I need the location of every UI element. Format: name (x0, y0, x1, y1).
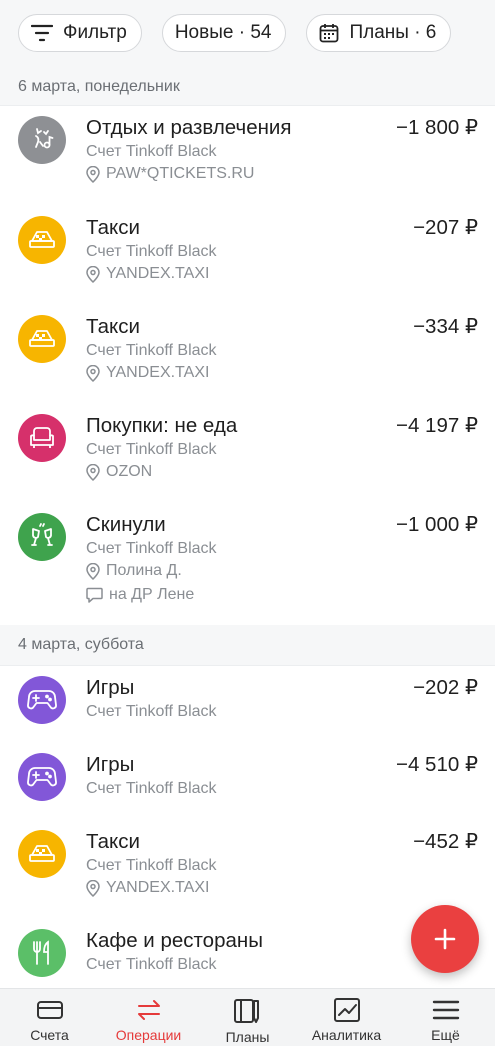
tab-accounts[interactable]: Счета (0, 989, 99, 1046)
location-pin-icon (86, 879, 100, 897)
tab-analytics-label: Аналитика (311, 1027, 382, 1043)
filter-chip[interactable]: Фильтр (18, 14, 142, 52)
menu-icon (432, 1000, 459, 1020)
date-header: 4 марта, суббота (0, 625, 495, 666)
glasses-cheers-icon (18, 513, 66, 561)
plans-chip[interactable]: Планы · 6 (306, 14, 452, 52)
date-header: 6 марта, понедельник (0, 68, 495, 106)
operation-account: Счет Tinkoff Black (86, 243, 217, 260)
chart-icon (333, 998, 360, 1022)
tab-plans-label: Планы (225, 1029, 270, 1045)
operation-row[interactable]: Игры Счет Tinkoff Black −4 510 ₽ (0, 743, 495, 820)
location-pin-icon (86, 364, 100, 382)
date-header-label: 6 марта, понедельник (18, 77, 180, 95)
operation-amount: −334 ₽ (413, 315, 478, 338)
armchair-icon (18, 414, 66, 462)
card-icon (36, 1001, 63, 1019)
operation-row[interactable]: Скинули Счет Tinkoff Black Полина Д. на … (0, 503, 495, 625)
operation-place-label: PAW*QTICKETS.RU (106, 165, 255, 182)
fork-knife-icon (18, 929, 66, 977)
filter-bar: Фильтр Новые · 54 Планы · 6 (0, 0, 495, 68)
operation-place: YANDEX.TAXI (86, 877, 477, 899)
operation-place-label: YANDEX.TAXI (106, 364, 210, 381)
operation-row[interactable]: Такси Счет Tinkoff Black YANDEX.TAXI −33… (0, 305, 495, 404)
taxi-icon (18, 830, 66, 878)
operation-place: OZON (86, 461, 477, 483)
tab-operations-label: Операции (115, 1027, 182, 1043)
tab-more[interactable]: Ещё (396, 989, 495, 1046)
tab-accounts-label: Счета (30, 1027, 69, 1043)
add-operation-button[interactable] (411, 905, 479, 973)
operation-place: YANDEX.TAXI (86, 362, 477, 384)
plus-icon (434, 928, 456, 950)
operation-account: Счет Tinkoff Black (86, 540, 217, 557)
operation-account: Счет Tinkoff Black (86, 703, 217, 720)
operation-amount: −452 ₽ (413, 830, 478, 853)
location-pin-icon (86, 165, 100, 183)
gamepad-icon (18, 676, 66, 724)
location-pin-icon (86, 562, 100, 580)
operation-place-label: YANDEX.TAXI (106, 879, 210, 896)
operation-amount: −202 ₽ (413, 676, 478, 699)
operation-amount: −4 197 ₽ (395, 414, 478, 437)
location-pin-icon (86, 463, 100, 481)
tab-plans[interactable]: Планы (198, 989, 297, 1046)
operation-place: PAW*QTICKETS.RU (86, 163, 477, 185)
filter-chip-label: Фильтр (63, 22, 127, 43)
tab-more-label: Ещё (431, 1027, 460, 1043)
operation-place-label: Полина Д. (106, 562, 182, 579)
operations-list: 6 марта, понедельник Отдых и развлечения… (0, 68, 495, 988)
arrows-swap-icon (137, 1000, 160, 1020)
taxi-icon (18, 315, 66, 363)
new-operations-chip[interactable]: Новые · 54 (161, 14, 287, 52)
gamepad-icon (18, 753, 66, 801)
entertainment-icon (18, 116, 66, 164)
operation-account: Счет Tinkoff Black (86, 441, 217, 458)
filter-icon (31, 24, 53, 42)
planner-icon (233, 999, 259, 1023)
operation-account: Счет Tinkoff Black (86, 342, 217, 359)
operation-account: Счет Tinkoff Black (86, 780, 217, 797)
operation-amount: −4 510 ₽ (395, 753, 478, 776)
operation-account: Счет Tinkoff Black (86, 143, 217, 160)
comment-icon (86, 587, 103, 603)
operation-place-label: OZON (106, 463, 153, 480)
calendar-icon (320, 24, 339, 43)
taxi-icon (18, 216, 66, 264)
operation-comment-label: на ДР Лене (109, 586, 195, 603)
operation-account: Счет Tinkoff Black (86, 857, 217, 874)
operation-comment: на ДР Лене (86, 584, 477, 606)
tab-analytics[interactable]: Аналитика (297, 989, 396, 1046)
operation-row[interactable]: Отдых и развлечения Счет Tinkoff Black P… (0, 106, 495, 206)
operation-row[interactable]: Такси Счет Tinkoff Black YANDEX.TAXI −20… (0, 206, 495, 305)
operation-amount: −207 ₽ (413, 216, 478, 239)
operation-place: YANDEX.TAXI (86, 263, 477, 285)
tab-operations[interactable]: Операции (99, 989, 198, 1046)
operation-place: Полина Д. (86, 560, 477, 582)
date-header-label: 4 марта, суббота (18, 636, 144, 653)
operation-row[interactable]: Игры Счет Tinkoff Black −202 ₽ (0, 666, 495, 743)
operation-row[interactable]: Покупки: не еда Счет Tinkoff Black OZON … (0, 404, 495, 503)
new-operations-label: Новые · 54 (174, 22, 272, 43)
operation-row[interactable]: Такси Счет Tinkoff Black YANDEX.TAXI −45… (0, 820, 495, 919)
operation-amount: −1 000 ₽ (395, 513, 478, 536)
operation-place-label: YANDEX.TAXI (106, 265, 210, 282)
operation-amount: −1 800 ₽ (395, 116, 478, 139)
bottom-tab-bar: Счета Операции Планы Аналитика Ещё (0, 988, 495, 1046)
location-pin-icon (86, 265, 100, 283)
plans-chip-label: Планы · 6 (349, 22, 437, 43)
